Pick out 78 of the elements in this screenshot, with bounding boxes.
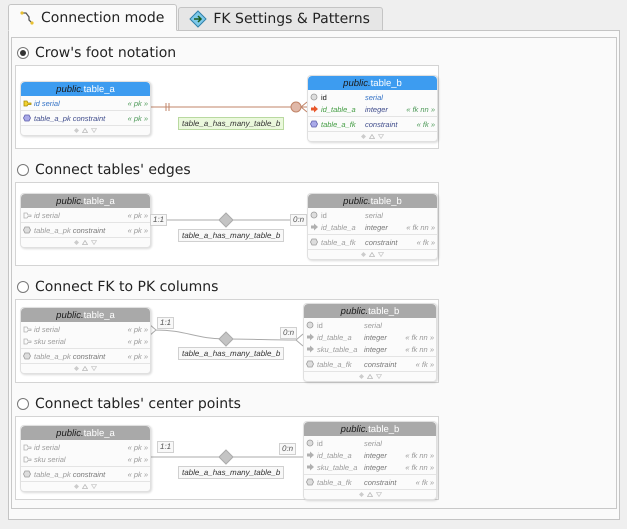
diamond-icon[interactable] bbox=[358, 492, 364, 497]
triangle-up-icon[interactable] bbox=[369, 252, 375, 257]
triangle-down-icon[interactable] bbox=[91, 240, 97, 245]
key-icon bbox=[23, 100, 32, 106]
hexagon-icon bbox=[306, 360, 314, 368]
hexagon-icon bbox=[310, 238, 318, 246]
hexagon-icon bbox=[23, 114, 31, 122]
key-icon bbox=[23, 326, 32, 332]
key-icon bbox=[23, 338, 32, 344]
radio-button[interactable] bbox=[17, 398, 29, 410]
relationship-label: table_a_has_many_table_b bbox=[178, 347, 284, 360]
triangle-down-icon[interactable] bbox=[376, 374, 382, 379]
table-header: public.table_a bbox=[21, 308, 150, 322]
connector-icon bbox=[19, 10, 35, 26]
table-header: public.table_b bbox=[308, 76, 437, 90]
key-icon bbox=[23, 456, 32, 462]
key-icon bbox=[23, 212, 32, 218]
hexagon-icon bbox=[23, 352, 31, 360]
radio-option[interactable]: Connect FK to PK columns bbox=[15, 276, 616, 298]
radio-button[interactable] bbox=[17, 47, 29, 59]
diamond-arrow-icon bbox=[189, 10, 208, 28]
diamond-icon[interactable] bbox=[74, 240, 79, 245]
circle-icon bbox=[310, 93, 318, 101]
cardinality-label: 0:n bbox=[279, 443, 296, 455]
table-header: public.table_a bbox=[21, 82, 150, 96]
hexagon-icon bbox=[23, 226, 31, 234]
diamond-icon[interactable] bbox=[74, 484, 79, 489]
diamond-icon[interactable] bbox=[74, 128, 79, 133]
table-header: public.table_a bbox=[21, 194, 150, 208]
key-icon bbox=[23, 444, 32, 450]
triangle-down-icon[interactable] bbox=[91, 484, 97, 489]
triangle-down-icon[interactable] bbox=[91, 366, 97, 371]
relationship-label: table_a_has_many_table_b bbox=[178, 117, 284, 130]
triangle-up-icon[interactable] bbox=[82, 484, 88, 489]
table-header: public.table_b bbox=[304, 304, 436, 318]
radio-option[interactable]: Crow's foot notation bbox=[15, 42, 616, 64]
hexagon-icon bbox=[310, 120, 318, 128]
option-label: Connect tables' edges bbox=[35, 162, 191, 178]
diamond-icon[interactable] bbox=[358, 374, 364, 379]
hexagon-icon bbox=[306, 478, 314, 486]
triangle-down-icon[interactable] bbox=[378, 252, 384, 257]
arrow-icon bbox=[310, 105, 319, 113]
triangle-down-icon[interactable] bbox=[91, 128, 97, 133]
cardinality-label: 1:1 bbox=[157, 441, 174, 453]
circle-icon bbox=[310, 211, 318, 219]
triangle-up-icon[interactable] bbox=[369, 134, 375, 139]
table-header: public.table_a bbox=[21, 426, 150, 440]
option-label: Crow's foot notation bbox=[35, 45, 176, 61]
option-label: Connect FK to PK columns bbox=[35, 279, 218, 295]
triangle-up-icon[interactable] bbox=[366, 492, 372, 497]
cardinality-label: 0:n bbox=[280, 327, 298, 339]
radio-option[interactable]: Connect tables' edges bbox=[15, 159, 616, 181]
triangle-down-icon[interactable] bbox=[378, 134, 384, 139]
diamond-icon[interactable] bbox=[74, 366, 79, 371]
relationship-label: table_a_has_many_table_b bbox=[178, 229, 284, 242]
relationship-label: table_a_has_many_table_b bbox=[178, 466, 284, 479]
table-header: public.table_b bbox=[304, 422, 436, 436]
option-label: Connect tables' center points bbox=[35, 396, 241, 412]
table-header: public.table_b bbox=[308, 194, 437, 208]
triangle-up-icon[interactable] bbox=[366, 374, 372, 379]
radio-button[interactable] bbox=[17, 164, 29, 176]
cardinality-label: 1:1 bbox=[157, 317, 174, 329]
radio-button[interactable] bbox=[17, 281, 29, 293]
cardinality-label: 1:1 bbox=[150, 214, 168, 226]
triangle-down-icon[interactable] bbox=[376, 492, 382, 497]
diamond-icon[interactable] bbox=[361, 134, 366, 139]
cardinality-label: 0:n bbox=[290, 214, 308, 226]
circle-icon bbox=[306, 321, 314, 329]
triangle-up-icon[interactable] bbox=[82, 128, 88, 133]
triangle-up-icon[interactable] bbox=[82, 240, 88, 245]
tab[interactable]: Connection mode bbox=[8, 4, 178, 31]
diamond-icon[interactable] bbox=[361, 252, 366, 257]
arrow-icon bbox=[310, 223, 319, 231]
triangle-up-icon[interactable] bbox=[82, 366, 88, 371]
circle-icon bbox=[306, 439, 314, 447]
tab[interactable]: FK Settings & Patterns bbox=[178, 7, 383, 31]
radio-option[interactable]: Connect tables' center points bbox=[15, 393, 616, 415]
hexagon-icon bbox=[23, 470, 31, 478]
